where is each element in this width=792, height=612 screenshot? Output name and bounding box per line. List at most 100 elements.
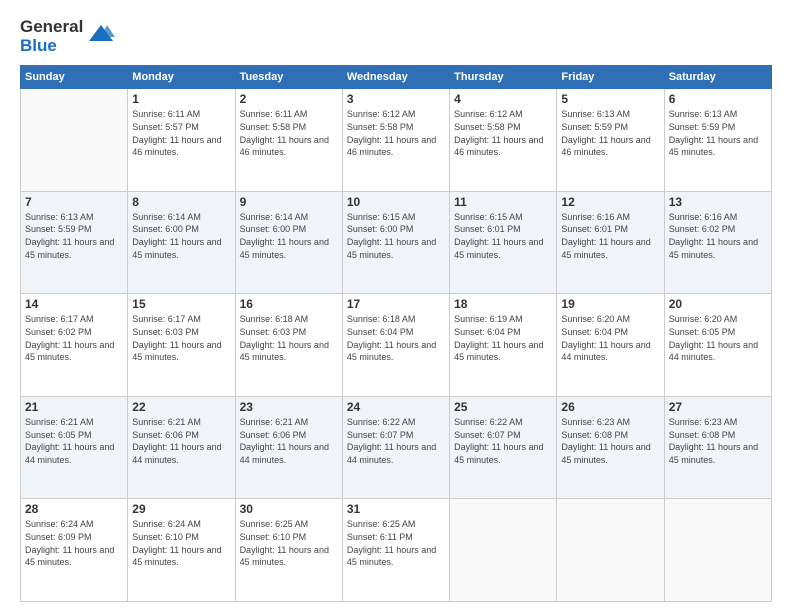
day-number: 9 <box>240 195 338 209</box>
day-number: 28 <box>25 502 123 516</box>
calendar-cell-1-5: 4Sunrise: 6:12 AMSunset: 5:58 PMDaylight… <box>450 89 557 192</box>
day-number: 27 <box>669 400 767 414</box>
daylight-text: Daylight: 11 hours and 45 minutes. <box>132 544 230 569</box>
sunset-text: Sunset: 6:02 PM <box>669 223 767 236</box>
daylight-text: Daylight: 11 hours and 44 minutes. <box>132 441 230 466</box>
calendar-cell-4-5: 25Sunrise: 6:22 AMSunset: 6:07 PMDayligh… <box>450 396 557 499</box>
weekday-header-sunday: Sunday <box>21 66 128 89</box>
sunset-text: Sunset: 6:04 PM <box>561 326 659 339</box>
sunset-text: Sunset: 6:05 PM <box>669 326 767 339</box>
day-number: 4 <box>454 92 552 106</box>
daylight-text: Daylight: 11 hours and 45 minutes. <box>25 236 123 261</box>
sunrise-text: Sunrise: 6:14 AM <box>240 211 338 224</box>
day-number: 25 <box>454 400 552 414</box>
day-number: 15 <box>132 297 230 311</box>
header: General Blue <box>20 18 772 55</box>
sunrise-text: Sunrise: 6:16 AM <box>561 211 659 224</box>
calendar-cell-3-5: 18Sunrise: 6:19 AMSunset: 6:04 PMDayligh… <box>450 294 557 397</box>
day-info: Sunrise: 6:25 AMSunset: 6:11 PMDaylight:… <box>347 518 445 568</box>
daylight-text: Daylight: 11 hours and 45 minutes. <box>240 236 338 261</box>
sunrise-text: Sunrise: 6:11 AM <box>132 108 230 121</box>
daylight-text: Daylight: 11 hours and 44 minutes. <box>347 441 445 466</box>
day-info: Sunrise: 6:13 AMSunset: 5:59 PMDaylight:… <box>25 211 123 261</box>
sunrise-text: Sunrise: 6:21 AM <box>240 416 338 429</box>
sunset-text: Sunset: 6:10 PM <box>132 531 230 544</box>
day-info: Sunrise: 6:22 AMSunset: 6:07 PMDaylight:… <box>347 416 445 466</box>
daylight-text: Daylight: 11 hours and 45 minutes. <box>25 339 123 364</box>
calendar-cell-4-2: 22 Sunrise: 6:21 AMSunset: 6:06 PMDayligh… <box>128 396 235 499</box>
day-info: Sunrise: 6:24 AMSunset: 6:10 PMDaylight:… <box>132 518 230 568</box>
logo-combined: General Blue <box>20 18 115 55</box>
day-number: 23 <box>240 400 338 414</box>
sunset-text: Sunset: 6:01 PM <box>561 223 659 236</box>
calendar-cell-1-7: 6Sunrise: 6:13 AMSunset: 5:59 PMDaylight… <box>664 89 771 192</box>
day-info: Sunrise: 6:23 AMSunset: 6:08 PMDaylight:… <box>669 416 767 466</box>
sunset-text: Sunset: 6:04 PM <box>454 326 552 339</box>
day-number: 22 <box>132 400 230 414</box>
sunset-text: Sunset: 5:59 PM <box>669 121 767 134</box>
weekday-header-tuesday: Tuesday <box>235 66 342 89</box>
day-info: Sunrise: 6:16 AMSunset: 6:02 PMDaylight:… <box>669 211 767 261</box>
sunset-text: Sunset: 6:08 PM <box>669 429 767 442</box>
day-number: 14 <box>25 297 123 311</box>
calendar-cell-5-4: 31 Sunrise: 6:25 AMSunset: 6:11 PMDayligh… <box>342 499 449 602</box>
daylight-text: Daylight: 11 hours and 44 minutes. <box>240 441 338 466</box>
calendar-cell-2-2: 8Sunrise: 6:14 AMSunset: 6:00 PMDaylight… <box>128 191 235 294</box>
daylight-text: Daylight: 11 hours and 45 minutes. <box>454 339 552 364</box>
day-info: Sunrise: 6:23 AMSunset: 6:08 PMDaylight:… <box>561 416 659 466</box>
sunrise-text: Sunrise: 6:22 AM <box>347 416 445 429</box>
sunset-text: Sunset: 5:59 PM <box>561 121 659 134</box>
sunset-text: Sunset: 5:58 PM <box>347 121 445 134</box>
sunrise-text: Sunrise: 6:19 AM <box>454 313 552 326</box>
week-row-1: 1Sunrise: 6:11 AMSunset: 5:57 PMDaylight… <box>21 89 772 192</box>
calendar-cell-1-6: 5Sunrise: 6:13 AMSunset: 5:59 PMDaylight… <box>557 89 664 192</box>
calendar-cell-5-5 <box>450 499 557 602</box>
sunset-text: Sunset: 5:57 PM <box>132 121 230 134</box>
day-number: 1 <box>132 92 230 106</box>
daylight-text: Daylight: 11 hours and 46 minutes. <box>132 134 230 159</box>
daylight-text: Daylight: 11 hours and 45 minutes. <box>454 441 552 466</box>
day-info: Sunrise: 6:21 AMSunset: 6:05 PMDaylight:… <box>25 416 123 466</box>
sunrise-text: Sunrise: 6:21 AM <box>132 416 230 429</box>
day-number: 10 <box>347 195 445 209</box>
sunrise-text: Sunrise: 6:22 AM <box>454 416 552 429</box>
sunset-text: Sunset: 6:05 PM <box>25 429 123 442</box>
day-info: Sunrise: 6:19 AMSunset: 6:04 PMDaylight:… <box>454 313 552 363</box>
day-info: Sunrise: 6:21 AMSunset: 6:06 PMDaylight:… <box>132 416 230 466</box>
logo-general-label: General <box>20 18 83 37</box>
daylight-text: Daylight: 11 hours and 45 minutes. <box>454 236 552 261</box>
sunset-text: Sunset: 6:11 PM <box>347 531 445 544</box>
sunrise-text: Sunrise: 6:12 AM <box>347 108 445 121</box>
day-info: Sunrise: 6:14 AMSunset: 6:00 PMDaylight:… <box>132 211 230 261</box>
calendar-cell-2-6: 12Sunrise: 6:16 AMSunset: 6:01 PMDayligh… <box>557 191 664 294</box>
day-info: Sunrise: 6:20 AMSunset: 6:05 PMDaylight:… <box>669 313 767 363</box>
sunset-text: Sunset: 6:09 PM <box>25 531 123 544</box>
sunrise-text: Sunrise: 6:18 AM <box>240 313 338 326</box>
calendar-cell-3-3: 16Sunrise: 6:18 AMSunset: 6:03 PMDayligh… <box>235 294 342 397</box>
daylight-text: Daylight: 11 hours and 44 minutes. <box>561 339 659 364</box>
day-info: Sunrise: 6:18 AMSunset: 6:04 PMDaylight:… <box>347 313 445 363</box>
daylight-text: Daylight: 11 hours and 45 minutes. <box>347 544 445 569</box>
sunset-text: Sunset: 6:06 PM <box>240 429 338 442</box>
day-number: 31 <box>347 502 445 516</box>
day-info: Sunrise: 6:13 AMSunset: 5:59 PMDaylight:… <box>561 108 659 158</box>
daylight-text: Daylight: 11 hours and 46 minutes. <box>347 134 445 159</box>
day-number: 6 <box>669 92 767 106</box>
daylight-text: Daylight: 11 hours and 45 minutes. <box>240 339 338 364</box>
day-info: Sunrise: 6:25 AMSunset: 6:10 PMDaylight:… <box>240 518 338 568</box>
daylight-text: Daylight: 11 hours and 46 minutes. <box>240 134 338 159</box>
sunrise-text: Sunrise: 6:15 AM <box>347 211 445 224</box>
day-number: 24 <box>347 400 445 414</box>
daylight-text: Daylight: 11 hours and 45 minutes. <box>240 544 338 569</box>
sunrise-text: Sunrise: 6:12 AM <box>454 108 552 121</box>
sunrise-text: Sunrise: 6:20 AM <box>561 313 659 326</box>
sunset-text: Sunset: 6:03 PM <box>132 326 230 339</box>
day-info: Sunrise: 6:15 AMSunset: 6:00 PMDaylight:… <box>347 211 445 261</box>
sunrise-text: Sunrise: 6:23 AM <box>561 416 659 429</box>
sunrise-text: Sunrise: 6:15 AM <box>454 211 552 224</box>
daylight-text: Daylight: 11 hours and 45 minutes. <box>132 236 230 261</box>
day-number: 11 <box>454 195 552 209</box>
calendar-cell-1-2: 1 Sunrise: 6:11 AMSunset: 5:57 PMDaylight… <box>128 89 235 192</box>
day-number: 3 <box>347 92 445 106</box>
sunset-text: Sunset: 6:00 PM <box>132 223 230 236</box>
